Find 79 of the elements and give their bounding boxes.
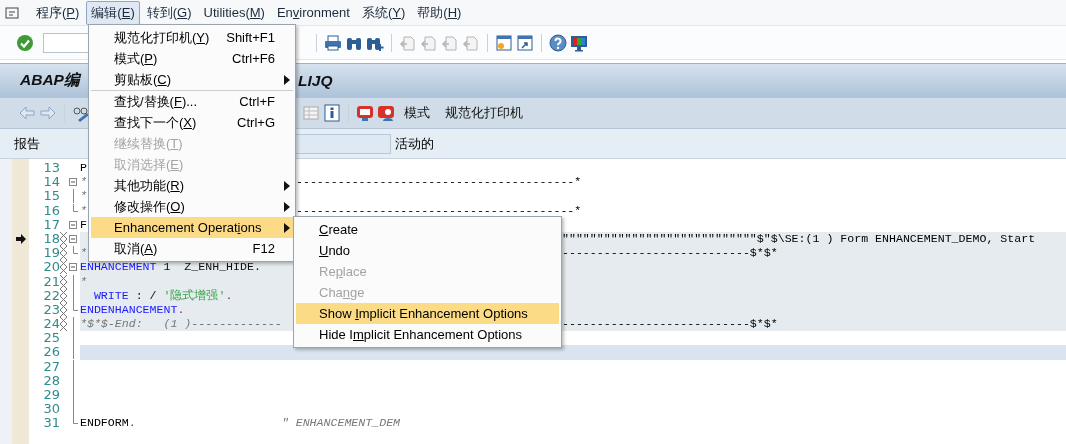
code-text: ---------------------------$*$* bbox=[562, 246, 778, 261]
line-number: 29 bbox=[43, 388, 60, 403]
menu-item[interactable]: 编辑(E) bbox=[86, 0, 140, 25]
person-badge-icon[interactable] bbox=[377, 104, 395, 122]
menu-item[interactable]: 查找下一个(X) Ctrl+G bbox=[91, 112, 293, 133]
menu-item[interactable]: Environment bbox=[271, 2, 355, 23]
code-text: ---------------------------$*$* bbox=[562, 317, 778, 332]
menu-item[interactable]: Enhancement Operations bbox=[91, 217, 293, 238]
line-number: 28 bbox=[43, 373, 60, 388]
toolbar-button[interactable]: 规范化打印机 bbox=[439, 102, 529, 124]
page-icon[interactable] bbox=[462, 33, 480, 52]
status-text: 活动的 bbox=[394, 134, 434, 153]
new-window-icon[interactable] bbox=[495, 33, 513, 52]
monitor-badge-icon[interactable] bbox=[356, 104, 374, 122]
line-number: 18 bbox=[43, 231, 60, 247]
menu-item[interactable]: 其他功能(R) bbox=[91, 175, 293, 196]
code-text: F bbox=[80, 217, 87, 232]
page-icon[interactable] bbox=[441, 33, 459, 52]
line-number: 20 bbox=[43, 260, 60, 275]
check-icon[interactable] bbox=[16, 33, 34, 52]
menu-item[interactable]: 剪贴板(C) bbox=[91, 69, 293, 90]
menu-item[interactable]: Create bbox=[296, 219, 559, 240]
code-text: WRITE : / '隐式增强'. bbox=[92, 288, 233, 303]
line-number: 17 bbox=[43, 217, 60, 232]
code-text: ----------------------------------------* bbox=[296, 175, 582, 190]
window-title: ABAP编 bbox=[20, 70, 80, 90]
code-text: * bbox=[80, 189, 87, 204]
menu-item[interactable]: 查找/替换(F)... Ctrl+F bbox=[91, 91, 293, 112]
line-number: 14 bbox=[43, 175, 60, 190]
page-icon[interactable] bbox=[399, 33, 417, 52]
line-number: 13 bbox=[43, 161, 60, 176]
glasses-pen-icon[interactable] bbox=[72, 104, 90, 122]
line-number: 16 bbox=[43, 203, 60, 218]
code-text: * bbox=[80, 203, 87, 218]
menu-item[interactable]: 模式(P) Ctrl+F6 bbox=[91, 48, 293, 69]
page-icon[interactable] bbox=[420, 33, 438, 52]
help-icon[interactable] bbox=[549, 33, 567, 52]
line-number: 23 bbox=[43, 302, 60, 318]
monitor-icon[interactable] bbox=[570, 33, 588, 52]
code-text: * bbox=[80, 246, 87, 261]
menu-item[interactable]: 修改操作(O) bbox=[91, 196, 293, 217]
code-text: """"""""""""""""""""""""""""$"$\SE:(1 ) Form ENHANCEMENT_DEMO, Start bbox=[562, 231, 1036, 247]
menu-item[interactable]: Show Implicit Enhancement Options bbox=[296, 303, 559, 324]
arrow-right-icon[interactable] bbox=[39, 104, 57, 122]
code-text: ----------------------------------------* bbox=[296, 203, 582, 218]
code-text: ENDENHANCEMENT. bbox=[80, 302, 185, 318]
line-number: 27 bbox=[43, 359, 60, 374]
code-text: * bbox=[80, 175, 87, 190]
arrow-left-icon[interactable] bbox=[18, 104, 36, 122]
code-text: P bbox=[80, 161, 87, 176]
line-number: 21 bbox=[43, 274, 60, 289]
line-number: 25 bbox=[43, 331, 60, 346]
code-text: ENDFORM. " ENHANCEMENT_DEM bbox=[80, 416, 401, 431]
line-number: 31 bbox=[43, 416, 60, 431]
field-label: 报告 bbox=[14, 134, 40, 153]
line-number: 24 bbox=[43, 317, 60, 332]
menu-item[interactable]: Hide Implicit Enhancement Options bbox=[296, 324, 559, 345]
menu-item[interactable]: 系统(Y) bbox=[356, 0, 411, 25]
window-title: LIJQ bbox=[298, 71, 333, 90]
line-number: 26 bbox=[43, 345, 60, 360]
menu-item[interactable]: Undo bbox=[296, 240, 559, 261]
code-text: ENHANCEMENT 1 Z_ENH_HIDE. bbox=[80, 260, 261, 275]
menu-item[interactable]: 规范化打印机(Y) Shift+F1 bbox=[91, 27, 293, 48]
line-number: 30 bbox=[43, 402, 60, 417]
menu-item[interactable]: Utilities(M) bbox=[198, 2, 270, 23]
menu-item[interactable]: 转到(G) bbox=[141, 0, 197, 25]
info-icon[interactable] bbox=[323, 104, 341, 122]
code-text: * bbox=[80, 274, 87, 289]
toolbar-button[interactable]: 模式 bbox=[398, 102, 436, 124]
line-number: 22 bbox=[43, 288, 60, 303]
menu-item[interactable]: 程序(P) bbox=[31, 0, 85, 25]
line-number: 19 bbox=[43, 246, 60, 261]
code-text: *$*$-End: (1 )------------- bbox=[80, 317, 282, 332]
menu-item[interactable]: 帮助(H) bbox=[412, 0, 467, 25]
fold-line bbox=[72, 246, 78, 255]
menu-item[interactable]: 取消(A) F12 bbox=[91, 238, 293, 259]
printer-icon[interactable] bbox=[324, 33, 342, 52]
line-number: 15 bbox=[43, 189, 60, 204]
window-icon[interactable] bbox=[5, 5, 19, 20]
